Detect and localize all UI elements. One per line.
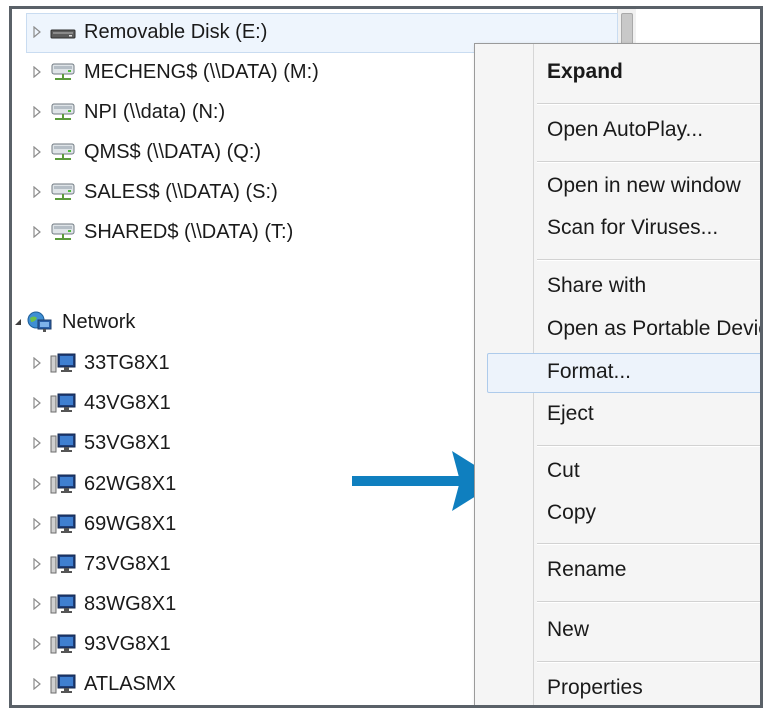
network-globe-icon	[27, 311, 52, 332]
computer-icon	[50, 433, 76, 453]
expand-arrow-icon[interactable]	[32, 558, 42, 570]
tree-item-computer[interactable]: 69WG8X1	[32, 505, 176, 543]
menu-separator	[537, 543, 760, 545]
menu-item-rename[interactable]: Rename	[547, 558, 626, 582]
expand-arrow-icon[interactable]	[32, 357, 42, 369]
tree-item-computer[interactable]: 73VG8X1	[32, 545, 171, 583]
tree-item-label: ATLASMX	[84, 672, 176, 695]
expand-arrow-icon[interactable]	[32, 518, 42, 530]
tree-item-computer[interactable]: ATLASMX	[32, 665, 176, 703]
network-drive-icon	[51, 183, 75, 200]
expand-arrow-icon[interactable]	[32, 638, 42, 650]
menu-separator	[537, 661, 760, 663]
tree-item-label: 93VG8X1	[84, 632, 171, 655]
expand-arrow-icon[interactable]	[32, 66, 42, 78]
menu-separator	[537, 601, 760, 603]
menu-separator	[537, 103, 760, 105]
computer-icon	[50, 353, 76, 373]
expand-arrow-icon[interactable]	[32, 226, 42, 238]
expand-arrow-icon[interactable]	[32, 478, 42, 490]
expand-arrow-icon[interactable]	[32, 186, 42, 198]
menu-separator	[537, 445, 760, 447]
computer-icon	[50, 634, 76, 654]
tree-item-network-drive[interactable]: SHARED$ (\\DATA) (T:)	[32, 213, 293, 251]
computer-icon	[50, 393, 76, 413]
tree-item-network-drive[interactable]: QMS$ (\\DATA) (Q:)	[32, 133, 261, 171]
tree-item-computer[interactable]: 33TG8X1	[32, 344, 170, 382]
computer-icon	[50, 554, 76, 574]
tree-item-label: NPI (\\data) (N:)	[84, 100, 226, 123]
removable-disk-icon	[50, 29, 76, 39]
tree-item-label: 62WG8X1	[84, 472, 177, 495]
menu-item-expand[interactable]: Expand	[547, 60, 623, 84]
expand-arrow-icon[interactable]	[32, 437, 42, 449]
computer-icon	[50, 594, 76, 614]
computer-icon	[50, 674, 76, 694]
tree-item-label: Network	[62, 310, 136, 333]
computer-icon	[50, 514, 76, 534]
tree-item-label: Removable Disk (E:)	[84, 20, 268, 43]
tree-item-label: 73VG8X1	[84, 552, 171, 575]
tree-item-computer[interactable]: 43VG8X1	[32, 384, 171, 422]
expand-arrow-icon[interactable]	[32, 106, 42, 118]
tree-item-label: 69WG8X1	[84, 512, 177, 535]
tree-item-label: SHARED$ (\\DATA) (T:)	[84, 220, 294, 243]
tree-item-label: MECHENG$ (\\DATA) (M:)	[84, 60, 319, 83]
tree-item-label: SALES$ (\\DATA) (S:)	[84, 180, 278, 203]
tree-item-label: QMS$ (\\DATA) (Q:)	[84, 140, 262, 163]
tree-item-label: 33TG8X1	[84, 351, 170, 374]
tree-item-label: 53VG8X1	[84, 431, 171, 454]
tree-item-removable-disk[interactable]: Removable Disk (E:)	[32, 13, 267, 51]
tree-item-computer[interactable]: 53VG8X1	[32, 424, 171, 462]
menu-item-properties[interactable]: Properties	[547, 676, 643, 700]
menu-item-copy[interactable]: Copy	[547, 501, 596, 525]
tree-item-network-drive[interactable]: NPI (\\data) (N:)	[32, 93, 225, 131]
tree-item-network-drive[interactable]: MECHENG$ (\\DATA) (M:)	[32, 53, 319, 91]
menu-item-share-with[interactable]: Share with	[547, 274, 646, 298]
computer-icon	[50, 474, 76, 494]
menu-separator	[537, 259, 760, 261]
tree-item-network-drive[interactable]: SALES$ (\\DATA) (S:)	[32, 173, 278, 211]
tree-item-computer[interactable]: 83WG8X1	[32, 585, 176, 623]
context-menu: Expand Open AutoPlay... Open in new wind…	[474, 43, 760, 705]
network-drive-icon	[51, 143, 75, 160]
network-drive-icon	[51, 223, 75, 240]
menu-item-scan-viruses[interactable]: Scan for Viruses...	[547, 216, 718, 240]
expand-arrow-icon[interactable]	[32, 598, 42, 610]
collapse-arrow-icon[interactable]	[14, 318, 22, 326]
tree-item-label: 43VG8X1	[84, 391, 171, 414]
menu-separator	[537, 161, 760, 163]
expand-arrow-icon[interactable]	[32, 678, 42, 690]
expand-arrow-icon[interactable]	[32, 146, 42, 158]
expand-arrow-icon[interactable]	[32, 397, 42, 409]
menu-item-format[interactable]: Format...	[547, 360, 631, 384]
menu-item-open-portable-device[interactable]: Open as Portable Devic	[547, 317, 760, 341]
tree-item-label: 83WG8X1	[84, 592, 177, 615]
menu-item-eject[interactable]: Eject	[547, 402, 594, 426]
menu-item-new[interactable]: New	[547, 618, 589, 642]
tree-item-computer[interactable]: 62WG8X1	[32, 465, 176, 503]
network-drive-icon	[51, 63, 75, 80]
menu-item-open-new-window[interactable]: Open in new window	[547, 174, 741, 198]
tree-item-computer[interactable]: 93VG8X1	[32, 625, 171, 663]
tree-item-network[interactable]: Network	[14, 303, 135, 341]
menu-item-cut[interactable]: Cut	[547, 459, 580, 483]
expand-arrow-icon[interactable]	[32, 26, 42, 38]
menu-item-open-autoplay[interactable]: Open AutoPlay...	[547, 118, 703, 142]
network-drive-icon	[51, 103, 75, 120]
explorer-window: Removable Disk (E:) MECHENG$ (\\DATA) (M…	[9, 6, 763, 708]
